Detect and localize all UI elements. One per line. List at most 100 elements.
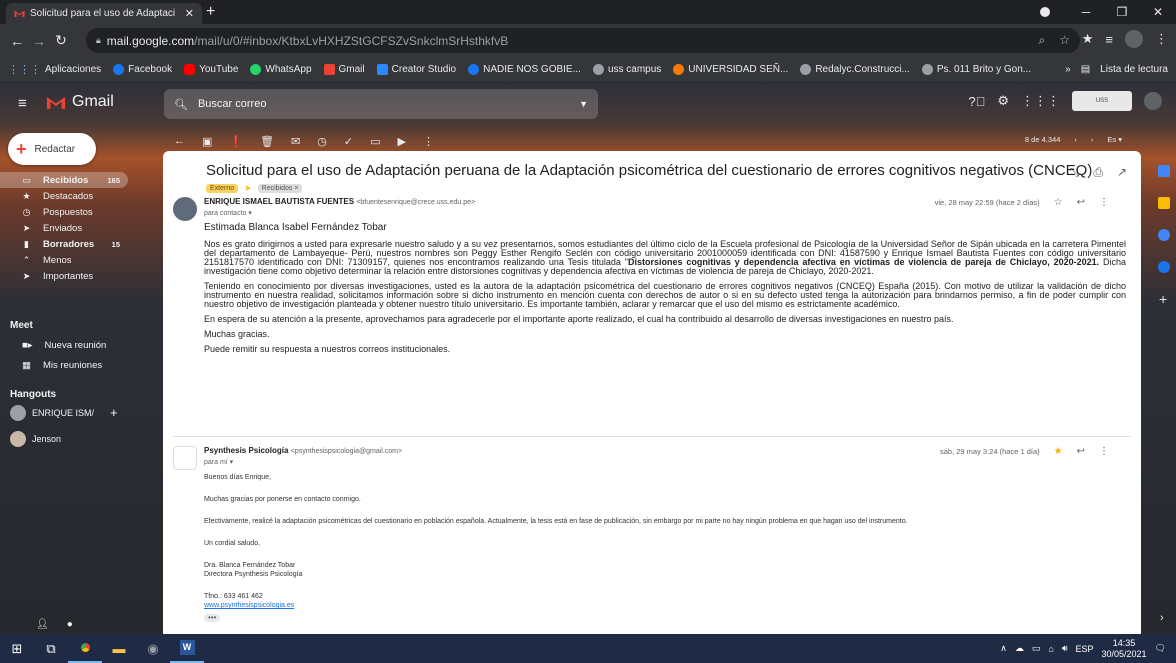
more-icon[interactable]: ⋮ [1099,446,1109,457]
tasks-icon[interactable] [1158,229,1170,241]
bookmark-youtube[interactable]: YouTube [184,63,238,75]
star-filled-icon[interactable]: ★ [1054,446,1063,457]
reply-icon[interactable]: ↩ [1077,446,1085,457]
hangouts-contact[interactable]: Jenson [10,431,61,447]
sidebar-item-enviados[interactable]: ➤ Enviados [0,220,128,236]
sender-line[interactable]: ENRIQUE ISMAEL BAUTISTA FUENTES <bfuente… [204,197,475,206]
show-side-panel-icon[interactable]: › [1160,612,1164,624]
input-language[interactable]: ESP [1076,644,1094,654]
back-icon[interactable]: ← [6,33,28,49]
bookmark-apps[interactable]: ⋮⋮⋮ Aplicaciones [8,63,101,76]
reload-icon[interactable]: ↻ [50,32,72,49]
reading-list-icon[interactable]: ≡ [1105,32,1113,47]
new-tab-button[interactable]: + [206,4,215,20]
move-to-icon[interactable]: ▭ [370,135,380,148]
reading-list-button[interactable]: Lista de lectura [1100,64,1168,75]
newer-icon[interactable]: ‹ [1074,135,1077,144]
bookmark-creator-studio[interactable]: Creator Studio [376,63,456,75]
reply-icon[interactable]: ↩ [1077,197,1085,208]
apps-grid-icon[interactable]: ⋮⋮⋮ [1021,93,1060,109]
bookmark-ps-brito[interactable]: Ps. 011 Brito y Gon... [921,63,1031,75]
label-inbox[interactable]: Recibidos × [257,184,303,193]
language-selector[interactable]: Es ▾ [1107,135,1122,144]
bookmark-facebook[interactable]: Facebook [113,63,172,75]
main-menu-icon[interactable]: ≡ [18,95,27,112]
sidebar-item-menos[interactable]: ⌃ Menos [0,252,128,268]
show-hidden-icons-icon[interactable]: ∧ [1000,643,1007,654]
bookmark-gmail[interactable]: Gmail [323,63,365,75]
psynthesis-logo[interactable] [173,446,197,470]
hangouts-add-icon[interactable]: + [110,405,118,420]
bookmark-uss-campus[interactable]: uss campus [592,63,661,75]
help-icon[interactable]: ?⃝ [968,94,985,109]
start-icon[interactable]: ⊞ [0,634,34,663]
chat-icon[interactable]: ● [67,619,73,630]
account-avatar[interactable] [1144,92,1162,110]
minimize-icon[interactable]: ─ [1068,5,1104,19]
keep-icon[interactable] [1158,197,1170,209]
print-icon[interactable]: ⎙ [1093,165,1103,180]
recipient-toggle[interactable]: para mí ▾ [204,458,233,466]
address-bar[interactable]: 🔒︎ mail.google.com /mail/u/0/#inbox/Ktbx… [86,28,1080,53]
profile-indicator-icon[interactable] [1040,7,1050,17]
more-icon[interactable]: ⋮ [1099,197,1109,208]
browser-tab[interactable]: Solicitud para el uso de Adaptaci ✕ [6,3,202,24]
meet-new-meeting[interactable]: ■▸ Nueva reunión [22,340,106,351]
open-new-window-icon[interactable]: ↗ [1117,165,1127,180]
mark-unread-icon[interactable]: ✉ [291,135,300,148]
sidebar-item-pospuestos[interactable]: ◷ Pospuestos [0,204,128,220]
compose-button[interactable]: + Redactar [8,133,96,165]
settings-gear-icon[interactable]: ⚙ [997,93,1009,109]
contacts-icon[interactable] [1158,261,1170,273]
sidebar-item-recibidos[interactable]: ▭ Recibidos 165 [0,172,128,188]
bookmarks-overflow-button[interactable]: » [1065,64,1071,75]
label-icon[interactable]: ▶ [398,135,406,148]
sender-avatar[interactable] [173,197,197,221]
bookmark-redalyc[interactable]: Redalyc.Construcci... [800,63,910,75]
file-explorer-icon[interactable]: ▬ [102,634,136,663]
profile-avatar[interactable] [1125,30,1143,48]
battery-icon[interactable]: ▭ [1032,643,1041,654]
calendar-icon[interactable] [1158,165,1170,177]
extensions-icon[interactable]: ★ [1082,31,1094,47]
sidebar-item-destacados[interactable]: ★ Destacados [0,188,128,204]
star-outline-icon[interactable]: ☆ [1054,197,1063,208]
gmail-logo[interactable]: Gmail [46,93,114,111]
bookmark-nadie[interactable]: NADIE NOS GOBIE... [468,63,581,75]
clock[interactable]: 14:35 30/05/2021 [1102,638,1147,660]
delete-icon[interactable]: 🗑︎ [260,135,274,148]
forward-icon[interactable]: → [28,33,50,49]
sidebar-item-importantes[interactable]: ➤ Importantes [0,268,128,284]
word-icon[interactable]: W [170,634,204,663]
sidebar-item-borradores[interactable]: ▮ Borradores 15 [0,236,128,252]
onedrive-icon[interactable]: ☁ [1015,643,1024,654]
restore-icon[interactable]: ❐ [1104,5,1140,19]
network-icon[interactable]: ⌂ [1048,644,1053,654]
search-options-icon[interactable]: ▼ [579,99,588,109]
notifications-icon[interactable]: 🗨︎ [1155,643,1166,654]
meet-my-meetings[interactable]: ▦ Mis reuniones [22,360,102,371]
sender-line[interactable]: Psynthesis Psicología <psynthesispsicolo… [204,446,402,455]
hangouts-user[interactable]: ENRIQUE ISM/ [10,405,94,421]
volume-icon[interactable]: 🔊︎ [1062,643,1068,654]
recipient-toggle[interactable]: para contacto ▾ [204,209,252,217]
more-options-icon[interactable]: ⋮ [423,135,434,148]
older-icon[interactable]: › [1091,135,1094,144]
archive-icon[interactable]: ▣ [202,135,212,148]
task-view-icon[interactable]: ⧉ [34,634,68,663]
collapse-all-icon[interactable]: ⤡ [1070,165,1080,180]
close-window-icon[interactable]: ✕ [1140,5,1176,19]
back-to-inbox-icon[interactable]: ← [174,135,185,147]
signature-website-link[interactable]: www.psynthesispsicologia.es [204,601,1104,610]
tab-close-icon[interactable]: ✕ [185,7,194,20]
bookmark-universidad[interactable]: UNIVERSIDAD SEÑ... [673,63,788,75]
bookmark-star-icon[interactable]: ☆ [1059,33,1070,48]
chrome-icon[interactable] [68,634,102,663]
bookmark-whatsapp[interactable]: WhatsApp [250,63,312,75]
show-trimmed-content-button[interactable]: ••• [204,614,221,622]
get-addons-icon[interactable]: + [1159,291,1167,307]
person-icon[interactable]: 👤︎ [36,619,49,630]
snooze-icon[interactable]: ◷ [317,135,327,148]
search-input[interactable]: 🔍︎ Buscar correo ▼ [164,89,598,119]
important-marker-icon[interactable]: ➤ [244,183,252,194]
